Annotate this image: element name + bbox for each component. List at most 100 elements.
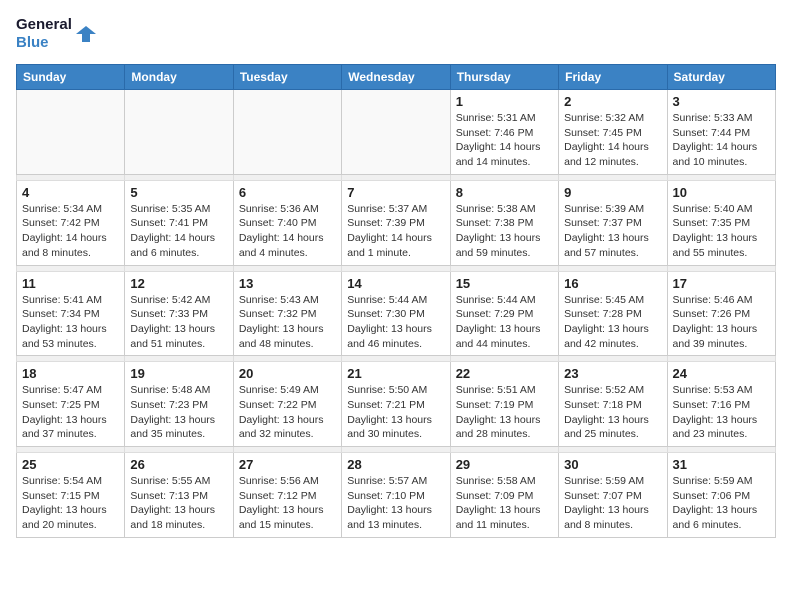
day-number: 23 [564, 366, 661, 381]
day-info: Sunrise: 5:48 AMSunset: 7:23 PMDaylight:… [130, 383, 227, 442]
day-number: 7 [347, 185, 444, 200]
calendar-day-empty-3 [342, 90, 450, 175]
day-number: 10 [673, 185, 770, 200]
calendar-day-20: 20 Sunrise: 5:49 AMSunset: 7:22 PMDayligh… [233, 362, 341, 447]
calendar-day-25: 25 Sunrise: 5:54 AMSunset: 7:15 PMDayligh… [17, 453, 125, 538]
calendar-day-13: 13 Sunrise: 5:43 AMSunset: 7:32 PMDayligh… [233, 271, 341, 356]
day-number: 9 [564, 185, 661, 200]
day-number: 2 [564, 94, 661, 109]
day-number: 20 [239, 366, 336, 381]
calendar-day-12: 12 Sunrise: 5:42 AMSunset: 7:33 PMDayligh… [125, 271, 233, 356]
calendar-day-8: 8Sunrise: 5:38 AMSunset: 7:38 PMDaylight… [450, 180, 558, 265]
calendar-week-2: 11Sunrise: 5:41 AMSunset: 7:34 PMDayligh… [17, 271, 776, 356]
calendar-week-1: 4 Sunrise: 5:34 AMSunset: 7:42 PMDaylight… [17, 180, 776, 265]
day-info: Sunrise: 5:52 AMSunset: 7:18 PMDaylight:… [564, 383, 661, 442]
day-info: Sunrise: 5:59 AMSunset: 7:06 PMDaylight:… [673, 474, 770, 533]
day-number: 17 [673, 276, 770, 291]
calendar-day-1: 1 Sunrise: 5:31 AMSunset: 7:46 PMDaylight… [450, 90, 558, 175]
calendar-day-3: 3 Sunrise: 5:33 AMSunset: 7:44 PMDaylight… [667, 90, 775, 175]
day-info: Sunrise: 5:45 AMSunset: 7:28 PMDaylight:… [564, 293, 661, 352]
day-number: 30 [564, 457, 661, 472]
day-number: 13 [239, 276, 336, 291]
day-number: 28 [347, 457, 444, 472]
calendar-day-9: 9 Sunrise: 5:39 AMSunset: 7:37 PMDaylight… [559, 180, 667, 265]
calendar-day-28: 28 Sunrise: 5:57 AMSunset: 7:10 PMDayligh… [342, 453, 450, 538]
day-info: Sunrise: 5:59 AMSunset: 7:07 PMDaylight:… [564, 474, 661, 533]
calendar-day-5: 5 Sunrise: 5:35 AMSunset: 7:41 PMDaylight… [125, 180, 233, 265]
calendar-day-21: 21 Sunrise: 5:50 AMSunset: 7:21 PMDayligh… [342, 362, 450, 447]
day-info: Sunrise: 5:47 AMSunset: 7:25 PMDaylight:… [22, 383, 119, 442]
day-info: Sunrise: 5:43 AMSunset: 7:32 PMDaylight:… [239, 293, 336, 352]
calendar-day-14: 14 Sunrise: 5:44 AMSunset: 7:30 PMDayligh… [342, 271, 450, 356]
day-info: Sunrise: 5:34 AMSunset: 7:42 PMDaylight:… [22, 202, 119, 261]
calendar-day-22: 22Sunrise: 5:51 AMSunset: 7:19 PMDayligh… [450, 362, 558, 447]
calendar-table: SundayMondayTuesdayWednesdayThursdayFrid… [16, 64, 776, 538]
calendar-week-4: 25 Sunrise: 5:54 AMSunset: 7:15 PMDayligh… [17, 453, 776, 538]
day-info: Sunrise: 5:40 AMSunset: 7:35 PMDaylight:… [673, 202, 770, 261]
day-number: 19 [130, 366, 227, 381]
day-info: Sunrise: 5:44 AMSunset: 7:29 PMDaylight:… [456, 293, 553, 352]
calendar-day-29: 29 Sunrise: 5:58 AMSunset: 7:09 PMDayligh… [450, 453, 558, 538]
col-header-friday: Friday [559, 65, 667, 90]
calendar-day-15: 15 Sunrise: 5:44 AMSunset: 7:29 PMDayligh… [450, 271, 558, 356]
logo: GeneralBlue [16, 16, 96, 52]
day-info: Sunrise: 5:33 AMSunset: 7:44 PMDaylight:… [673, 111, 770, 170]
day-info: Sunrise: 5:46 AMSunset: 7:26 PMDaylight:… [673, 293, 770, 352]
day-info: Sunrise: 5:58 AMSunset: 7:09 PMDaylight:… [456, 474, 553, 533]
day-number: 12 [130, 276, 227, 291]
calendar-day-23: 23 Sunrise: 5:52 AMSunset: 7:18 PMDayligh… [559, 362, 667, 447]
day-number: 29 [456, 457, 553, 472]
calendar-day-31: 31 Sunrise: 5:59 AMSunset: 7:06 PMDayligh… [667, 453, 775, 538]
day-number: 16 [564, 276, 661, 291]
calendar-day-4: 4 Sunrise: 5:34 AMSunset: 7:42 PMDaylight… [17, 180, 125, 265]
calendar-day-empty-2 [233, 90, 341, 175]
day-info: Sunrise: 5:50 AMSunset: 7:21 PMDaylight:… [347, 383, 444, 442]
day-info: Sunrise: 5:37 AMSunset: 7:39 PMDaylight:… [347, 202, 444, 261]
day-number: 21 [347, 366, 444, 381]
day-info: Sunrise: 5:49 AMSunset: 7:22 PMDaylight:… [239, 383, 336, 442]
calendar-day-19: 19 Sunrise: 5:48 AMSunset: 7:23 PMDayligh… [125, 362, 233, 447]
calendar-day-7: 7 Sunrise: 5:37 AMSunset: 7:39 PMDaylight… [342, 180, 450, 265]
col-header-saturday: Saturday [667, 65, 775, 90]
day-number: 18 [22, 366, 119, 381]
day-info: Sunrise: 5:32 AMSunset: 7:45 PMDaylight:… [564, 111, 661, 170]
calendar-day-18: 18 Sunrise: 5:47 AMSunset: 7:25 PMDayligh… [17, 362, 125, 447]
day-info: Sunrise: 5:35 AMSunset: 7:41 PMDaylight:… [130, 202, 227, 261]
day-info: Sunrise: 5:36 AMSunset: 7:40 PMDaylight:… [239, 202, 336, 261]
calendar-day-17: 17 Sunrise: 5:46 AMSunset: 7:26 PMDayligh… [667, 271, 775, 356]
col-header-sunday: Sunday [17, 65, 125, 90]
day-info: Sunrise: 5:51 AMSunset: 7:19 PMDaylight:… [456, 383, 553, 442]
day-number: 6 [239, 185, 336, 200]
day-number: 27 [239, 457, 336, 472]
day-info: Sunrise: 5:55 AMSunset: 7:13 PMDaylight:… [130, 474, 227, 533]
col-header-thursday: Thursday [450, 65, 558, 90]
logo-text: GeneralBlue [16, 16, 72, 52]
day-info: Sunrise: 5:31 AMSunset: 7:46 PMDaylight:… [456, 111, 553, 170]
day-number: 4 [22, 185, 119, 200]
day-info: Sunrise: 5:44 AMSunset: 7:30 PMDaylight:… [347, 293, 444, 352]
day-info: Sunrise: 5:42 AMSunset: 7:33 PMDaylight:… [130, 293, 227, 352]
calendar-day-10: 10 Sunrise: 5:40 AMSunset: 7:35 PMDayligh… [667, 180, 775, 265]
day-info: Sunrise: 5:39 AMSunset: 7:37 PMDaylight:… [564, 202, 661, 261]
day-info: Sunrise: 5:57 AMSunset: 7:10 PMDaylight:… [347, 474, 444, 533]
col-header-monday: Monday [125, 65, 233, 90]
calendar-day-empty-1 [125, 90, 233, 175]
day-number: 15 [456, 276, 553, 291]
day-number: 24 [673, 366, 770, 381]
day-number: 31 [673, 457, 770, 472]
day-info: Sunrise: 5:38 AMSunset: 7:38 PMDaylight:… [456, 202, 553, 261]
day-number: 1 [456, 94, 553, 109]
col-header-tuesday: Tuesday [233, 65, 341, 90]
day-number: 26 [130, 457, 227, 472]
calendar-day-24: 24Sunrise: 5:53 AMSunset: 7:16 PMDayligh… [667, 362, 775, 447]
logo-bird-icon [76, 24, 96, 44]
calendar-day-26: 26 Sunrise: 5:55 AMSunset: 7:13 PMDayligh… [125, 453, 233, 538]
calendar-day-30: 30 Sunrise: 5:59 AMSunset: 7:07 PMDayligh… [559, 453, 667, 538]
day-number: 25 [22, 457, 119, 472]
calendar-day-6: 6 Sunrise: 5:36 AMSunset: 7:40 PMDaylight… [233, 180, 341, 265]
day-number: 14 [347, 276, 444, 291]
day-number: 11 [22, 276, 119, 291]
day-info: Sunrise: 5:54 AMSunset: 7:15 PMDaylight:… [22, 474, 119, 533]
day-number: 3 [673, 94, 770, 109]
day-number: 5 [130, 185, 227, 200]
